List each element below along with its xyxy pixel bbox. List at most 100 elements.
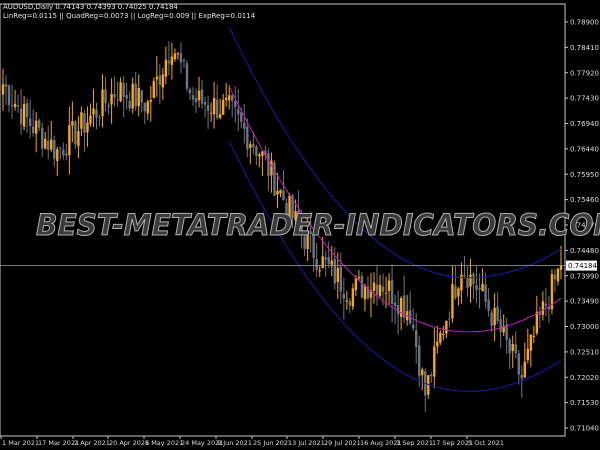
- x-tick-label: 1 Sep 2021: [396, 439, 433, 447]
- candle-body: [116, 99, 119, 101]
- x-tick-label: 5 Oct 2021: [468, 439, 504, 447]
- candle-body: [357, 276, 361, 279]
- candle-body: [487, 299, 490, 311]
- candle-body: [212, 97, 216, 115]
- candle-body: [246, 126, 249, 150]
- candle-body: [89, 115, 92, 124]
- candle-body: [481, 283, 484, 291]
- candle-body: [321, 256, 324, 269]
- y-tick-label: 0.73490: [570, 298, 599, 306]
- candle-body: [541, 301, 545, 315]
- candle-body: [107, 105, 110, 107]
- candle-body: [185, 63, 189, 89]
- candle-body: [182, 60, 186, 62]
- candle-body: [387, 280, 391, 291]
- y-tick-label: 0.74480: [570, 247, 599, 255]
- regression-info: LinReg=0.0115 || QuadReg=0.0073 || LogRe…: [3, 12, 256, 20]
- y-tick-label: 0.73990: [570, 272, 599, 280]
- candle-body: [472, 273, 475, 284]
- candle-body: [430, 374, 433, 377]
- y-tick-label: 0.78900: [570, 19, 599, 27]
- candle-body: [448, 318, 451, 320]
- candle-body: [218, 114, 222, 119]
- candle-body: [146, 101, 149, 114]
- candle-body: [56, 149, 59, 162]
- candle-body: [249, 144, 252, 148]
- candle-body: [330, 260, 333, 265]
- candle-body: [526, 348, 530, 361]
- candle-body: [469, 274, 472, 287]
- candle-body: [466, 276, 469, 288]
- candle-body: [62, 149, 65, 155]
- candle-body: [221, 99, 225, 115]
- candle-body: [396, 304, 400, 315]
- candle-body: [324, 257, 327, 260]
- candle-body: [164, 59, 168, 77]
- y-tick-label: 0.76440: [570, 145, 599, 153]
- candle-body: [451, 283, 454, 319]
- x-tick-label: 25 Jun 2021: [253, 439, 292, 447]
- candle-body: [77, 131, 80, 147]
- candle-body: [478, 287, 481, 290]
- candle-body: [348, 301, 352, 306]
- candle-body: [559, 265, 563, 270]
- candle-body: [445, 320, 448, 334]
- candle-body: [421, 369, 424, 376]
- candle-body: [279, 189, 282, 194]
- y-tick-label: 0.75460: [570, 196, 599, 204]
- candle-body: [191, 95, 195, 100]
- candle-body: [496, 306, 499, 321]
- candle-body: [125, 95, 128, 99]
- candle-body: [137, 88, 140, 107]
- y-tick-label: 0.72020: [570, 374, 599, 382]
- candle-body: [517, 353, 520, 375]
- candle-body: [399, 298, 403, 317]
- candle-body: [381, 286, 385, 292]
- candle-body: [351, 288, 355, 307]
- candle-body: [553, 274, 557, 280]
- candle-body: [71, 121, 74, 126]
- candle-body: [411, 324, 415, 329]
- candle-body: [282, 190, 285, 201]
- x-tick-label: 13 Jul 2021: [288, 439, 325, 447]
- candle-body: [333, 258, 336, 284]
- candle-body: [315, 259, 318, 270]
- candle-body: [493, 307, 496, 326]
- candle-body: [273, 162, 276, 196]
- candle-body: [475, 285, 478, 291]
- candle-body: [173, 53, 177, 60]
- candle-body: [50, 139, 53, 150]
- candle-body: [134, 83, 137, 107]
- x-tick-label: 29 Jul 2021: [324, 439, 361, 447]
- candle-body: [209, 112, 213, 114]
- watermark: BEST-METATRADER-INDICATORS.COM: [36, 208, 600, 243]
- y-tick-label: 0.75950: [570, 171, 599, 179]
- candle-body: [7, 85, 11, 105]
- candle-body: [354, 278, 358, 291]
- candle-body: [59, 147, 62, 149]
- candle-body: [342, 293, 346, 299]
- candle-body: [179, 53, 183, 63]
- candle-body: [255, 146, 258, 156]
- candle-body: [22, 103, 26, 127]
- candle-body: [360, 275, 364, 298]
- candle-body: [336, 267, 339, 282]
- candle-body: [31, 126, 35, 134]
- candle-body: [19, 108, 23, 125]
- candle-body: [372, 282, 376, 291]
- candle-body: [484, 284, 487, 302]
- y-tick-label: 0.71040: [570, 425, 599, 433]
- candle-body: [393, 302, 397, 307]
- candle-body: [234, 101, 237, 107]
- candle-body: [556, 268, 560, 282]
- candle-body: [375, 284, 379, 295]
- candle-body: [243, 122, 246, 129]
- candle-body: [104, 89, 107, 104]
- candle-body: [378, 284, 382, 297]
- candle-body: [237, 109, 240, 115]
- candle-body: [194, 97, 198, 103]
- candle-body: [101, 89, 104, 117]
- candle-body: [327, 257, 330, 264]
- candle-body: [390, 280, 394, 304]
- symbol-info: AUDUSD,Daily 0.74143 0.74393 0.74025 0.7…: [3, 3, 178, 11]
